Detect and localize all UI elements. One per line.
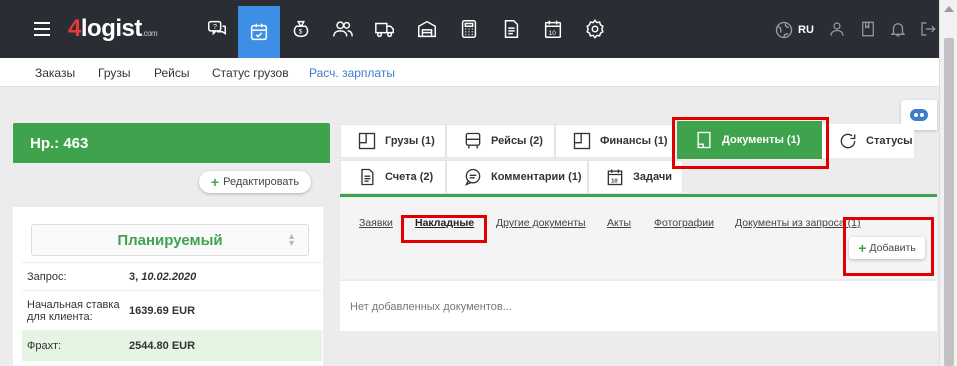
globe-icon bbox=[775, 21, 793, 39]
edit-label: Редактировать bbox=[223, 176, 300, 188]
info-row-freight: Фрахт: 2544.80 EUR bbox=[22, 330, 322, 361]
tab-invoices[interactable]: Счета (2) bbox=[340, 160, 446, 194]
highlight-add-button bbox=[843, 217, 934, 276]
sub-navigation: Заказы Грузы Рейсы Статус грузов Расч. з… bbox=[0, 58, 939, 87]
svg-text:?: ? bbox=[213, 22, 217, 31]
warehouse-icon[interactable] bbox=[406, 8, 448, 50]
tab-statuses[interactable]: Статусы bbox=[822, 124, 914, 158]
info-value: 1639.69 EUR bbox=[129, 305, 196, 317]
order-details: Планируемый ▲ ▼ Запрос: 3, 10.02.2020 Нач… bbox=[13, 207, 323, 366]
tab-label: Комментарии (1) bbox=[491, 171, 582, 183]
edit-button[interactable]: + Редактировать bbox=[199, 171, 311, 193]
info-row-initial-rate: Начальная ставка для клиента: 1639.69 EU… bbox=[22, 290, 322, 331]
truck-icon[interactable] bbox=[364, 8, 406, 50]
comment-icon bbox=[464, 168, 481, 186]
edit-area: + Редактировать bbox=[13, 163, 330, 207]
invoice-icon bbox=[361, 168, 374, 186]
support-icon[interactable]: ? bbox=[196, 8, 238, 50]
calendar-icon: 10 bbox=[607, 169, 623, 186]
tab-cargo[interactable]: Грузы (1) bbox=[340, 124, 446, 158]
logo[interactable]: 4logist.com bbox=[68, 15, 158, 43]
subnav-salary[interactable]: Расч. зарплаты bbox=[309, 66, 395, 80]
info-value: 3, 10.02.2020 bbox=[129, 271, 197, 283]
tab-trips[interactable]: Рейсы (2) bbox=[446, 124, 555, 158]
document-icon[interactable] bbox=[490, 8, 532, 50]
settings-icon[interactable] bbox=[574, 8, 616, 50]
menu-icon[interactable] bbox=[34, 22, 50, 36]
highlight-documents-tab bbox=[672, 117, 829, 169]
tab-label: Финансы (1) bbox=[600, 135, 668, 147]
language-label: RU bbox=[798, 24, 814, 36]
svg-text:10: 10 bbox=[549, 30, 557, 37]
order-panel: Нр.: 463 + Редактировать bbox=[13, 123, 330, 207]
info-label: Начальная ставка для клиента: bbox=[27, 299, 120, 323]
bus-icon bbox=[465, 132, 481, 149]
subtab-request-documents[interactable]: Документы из запроса (1) bbox=[735, 217, 861, 229]
status-value: Планируемый bbox=[117, 231, 223, 249]
calendar-icon[interactable]: 10 bbox=[532, 8, 574, 50]
subtab-acts[interactable]: Акты bbox=[607, 217, 631, 229]
top-bar: 4logist.com ? $ 10 RU bbox=[0, 0, 939, 58]
tab-comments[interactable]: Комментарии (1) bbox=[446, 160, 588, 194]
empty-documents-message: Нет добавленных документов... bbox=[340, 281, 937, 331]
scroll-thumb[interactable] bbox=[944, 38, 954, 366]
cargo-box-icon bbox=[358, 132, 376, 150]
tab-tasks[interactable]: 10 Задачи bbox=[588, 160, 683, 194]
tab-label: Задачи bbox=[633, 171, 672, 183]
select-arrows-icon: ▲ ▼ bbox=[287, 231, 296, 248]
svg-text:$: $ bbox=[299, 29, 303, 36]
info-row-request: Запрос: 3, 10.02.2020 bbox=[22, 262, 322, 291]
scrollbar[interactable] bbox=[939, 0, 957, 366]
bot-icon bbox=[910, 109, 928, 121]
subnav-orders[interactable]: Заказы bbox=[35, 66, 75, 80]
subtab-other-documents[interactable]: Другие документы bbox=[496, 217, 586, 229]
book-icon[interactable] bbox=[859, 20, 879, 40]
info-value: 2544.80 EUR bbox=[129, 340, 196, 352]
logout-icon[interactable] bbox=[919, 20, 939, 40]
tab-label: Рейсы (2) bbox=[491, 135, 543, 147]
order-number: Нр.: 463 bbox=[13, 123, 330, 163]
language-switcher[interactable]: RU bbox=[774, 20, 814, 40]
money-bag-icon[interactable]: $ bbox=[280, 8, 322, 50]
scroll-up-icon[interactable] bbox=[944, 6, 954, 12]
tab-finance[interactable]: Финансы (1) bbox=[555, 124, 673, 158]
status-select[interactable]: Планируемый ▲ ▼ bbox=[31, 224, 309, 256]
subtab-requests[interactable]: Заявки bbox=[359, 217, 393, 229]
contacts-icon[interactable] bbox=[322, 8, 364, 50]
info-label: Запрос: bbox=[27, 271, 67, 283]
tab-label: Счета (2) bbox=[385, 171, 434, 183]
bell-icon[interactable] bbox=[889, 20, 909, 40]
orders-icon[interactable] bbox=[238, 6, 280, 58]
user-icon[interactable] bbox=[828, 20, 848, 40]
info-label: Фрахт: bbox=[27, 340, 62, 352]
plus-icon: + bbox=[210, 174, 220, 190]
subnav-trips[interactable]: Рейсы bbox=[154, 66, 189, 80]
tab-label: Статусы bbox=[866, 135, 913, 147]
svg-text:10: 10 bbox=[611, 178, 617, 184]
refresh-icon bbox=[840, 133, 856, 149]
subnav-cargo[interactable]: Грузы bbox=[98, 66, 131, 80]
finance-icon bbox=[573, 132, 591, 150]
subnav-cargo-status[interactable]: Статус грузов bbox=[212, 66, 289, 80]
subtab-photos[interactable]: Фотографии bbox=[654, 217, 714, 229]
highlight-waybills-subtab bbox=[401, 215, 487, 243]
tab-label: Грузы (1) bbox=[385, 135, 435, 147]
calculator-icon[interactable] bbox=[448, 8, 490, 50]
